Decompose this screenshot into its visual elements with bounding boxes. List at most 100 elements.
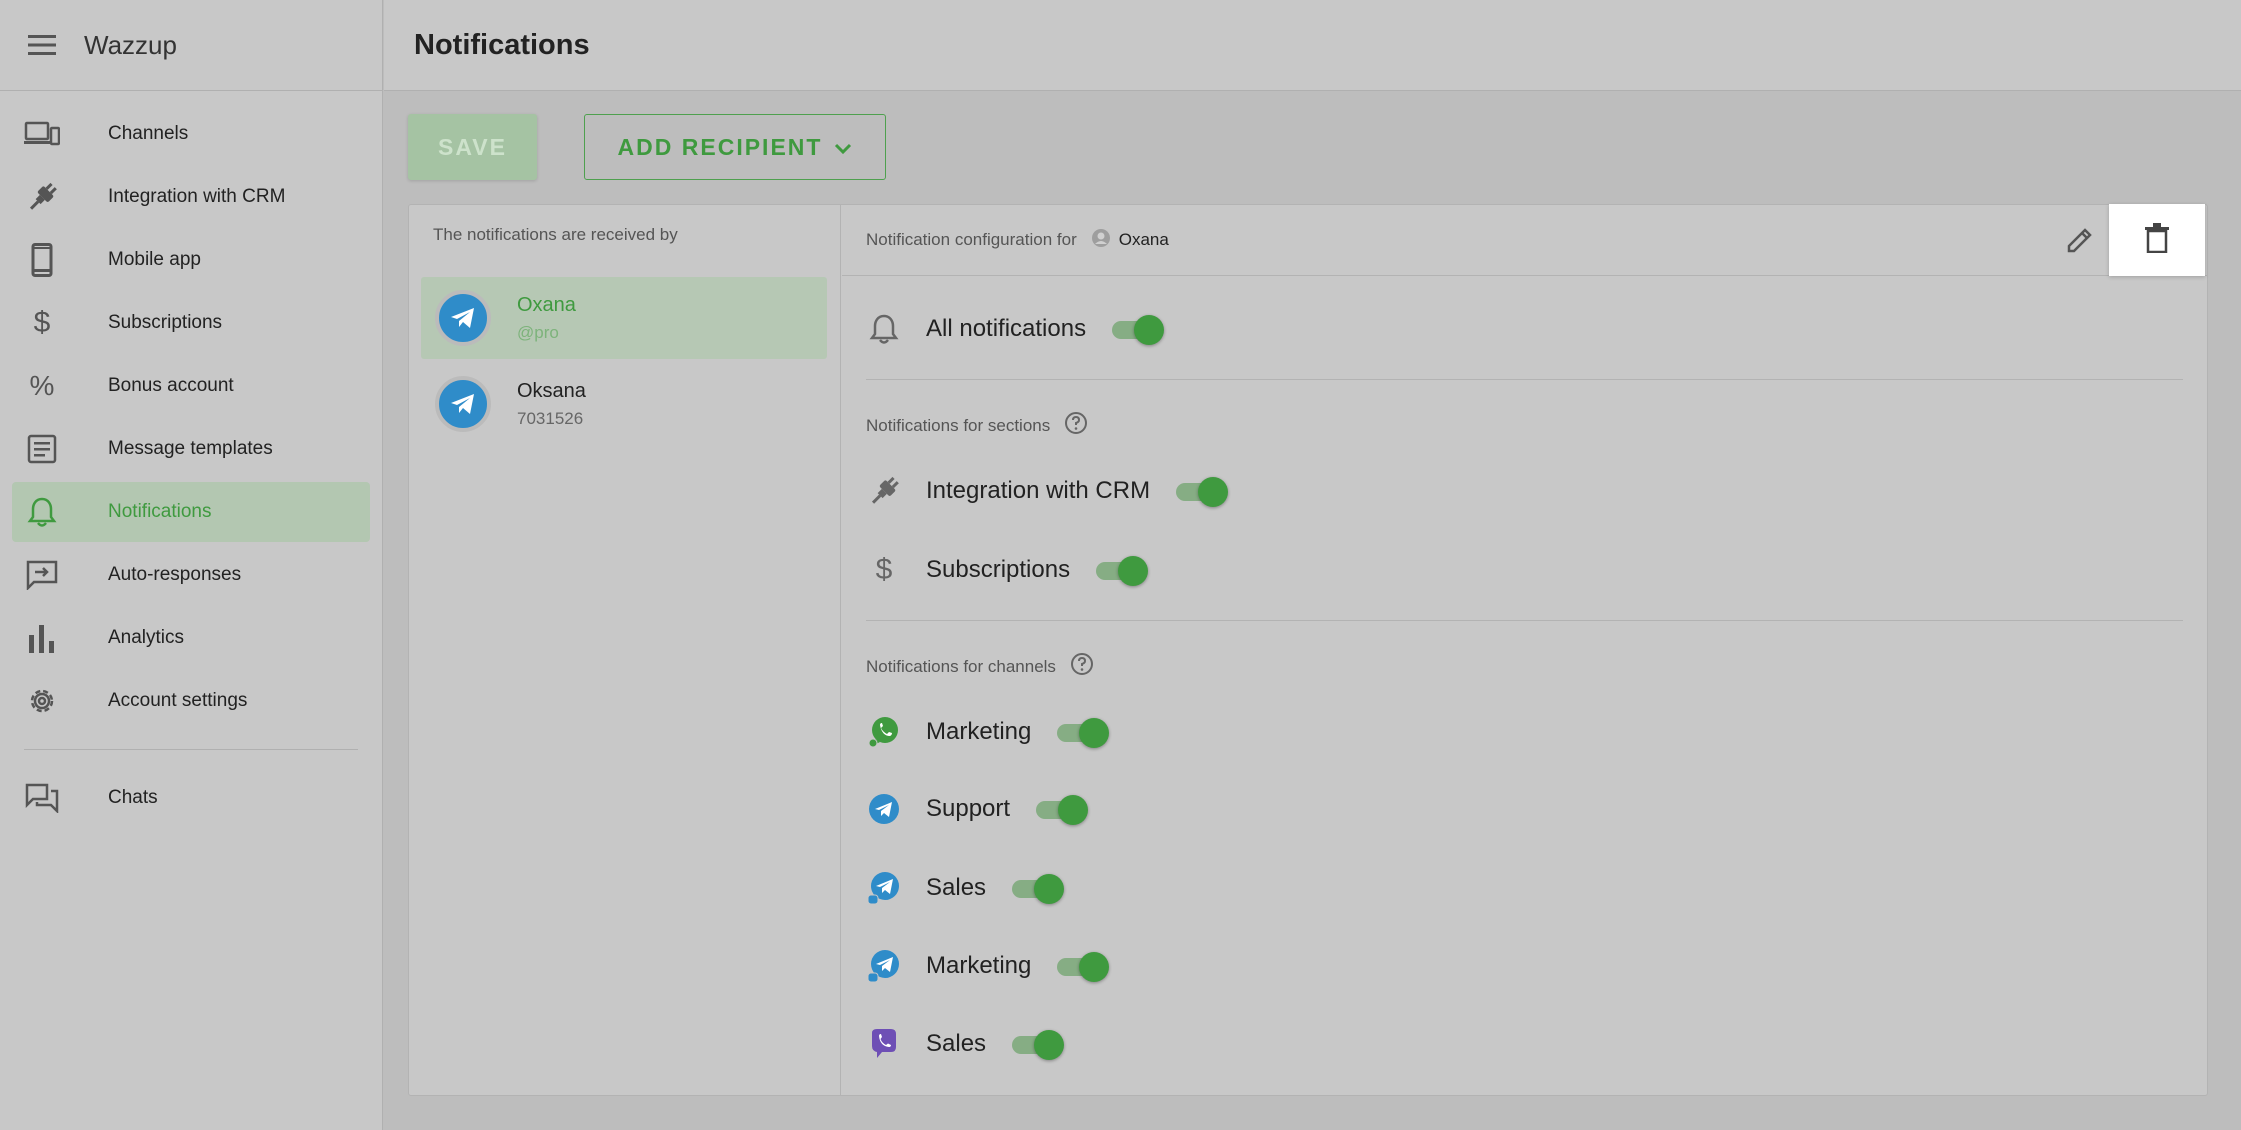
all-notifications-toggle[interactable]	[1108, 315, 1165, 345]
recipient-item[interactable]: Oksana 7031526	[421, 363, 827, 445]
sidebar-item-analytics[interactable]: Analytics	[12, 608, 370, 668]
all-notifications-label: All notifications	[926, 315, 1087, 342]
sidebar-item-label: Mobile app	[108, 249, 201, 270]
recipient-item[interactable]: Oxana @pro	[421, 277, 827, 359]
dollar-icon: $	[875, 553, 893, 586]
sidebar-divider	[24, 749, 358, 750]
channel-row: Support	[866, 793, 1089, 825]
sidebar-item-label: Account settings	[108, 690, 248, 711]
save-button[interactable]: SAVE	[408, 114, 537, 180]
section-toggle-subscriptions[interactable]	[1092, 556, 1149, 586]
sidebar-item-bonus-account[interactable]: % Bonus account	[12, 356, 370, 416]
recipient-handle: 7031526	[517, 408, 584, 428]
edit-icon[interactable]	[2065, 225, 2095, 260]
divider	[866, 379, 2183, 380]
sidebar-item-label: Auto-responses	[108, 564, 242, 585]
telegram-icon	[435, 290, 491, 346]
config-user: Oxana	[1091, 228, 1169, 253]
sidebar-item-mobile-app[interactable]: Mobile app	[12, 230, 370, 290]
config-label: Notification configuration for	[866, 230, 1077, 249]
document-icon	[12, 434, 72, 464]
add-recipient-label: ADD RECIPIENT	[617, 133, 823, 160]
channel-row: Marketing	[866, 949, 1110, 983]
sidebar-nav: Channels Integration with CRM Mobile app…	[0, 91, 382, 828]
sidebar-item-notifications[interactable]: Notifications	[12, 482, 370, 542]
channel-row: Sales	[866, 871, 1065, 905]
section-row-integration-crm: Integration with CRM	[866, 475, 1229, 507]
channel-label: Sales	[926, 1030, 987, 1057]
sidebar-item-account-settings[interactable]: Account settings	[12, 671, 370, 731]
telegram-personal-icon	[866, 949, 902, 983]
recipients-panel: The notifications are received by Oxana …	[409, 205, 841, 1095]
dollar-icon: $	[33, 306, 51, 339]
sidebar-item-label: Message templates	[108, 438, 273, 459]
sidebar-item-label: Analytics	[108, 627, 185, 648]
sidebar-item-label: Chats	[108, 787, 158, 808]
channel-toggle[interactable]	[1053, 718, 1110, 748]
channel-label: Marketing	[926, 952, 1032, 979]
trash-icon	[2145, 222, 2169, 258]
sidebar-item-message-templates[interactable]: Message templates	[12, 419, 370, 479]
divider	[866, 620, 2183, 621]
hamburger-menu-icon[interactable]	[0, 35, 84, 55]
channel-row: Marketing	[866, 715, 1110, 749]
auto-reply-icon	[12, 560, 72, 590]
channel-row: Sales	[866, 1027, 1065, 1061]
config-user-name: Oxana	[1118, 230, 1169, 249]
bell-icon	[866, 313, 902, 345]
sidebar-item-subscriptions[interactable]: $ Subscriptions	[12, 293, 370, 353]
section-label: Integration with CRM	[926, 477, 1151, 504]
help-icon[interactable]	[1070, 652, 1094, 681]
recipients-caption: The notifications are received by	[433, 225, 678, 244]
channel-toggle[interactable]	[1053, 952, 1110, 982]
all-notifications-row: All notifications	[866, 313, 1165, 345]
sections-title: Notifications for sections	[866, 411, 1088, 440]
recipient-name: Oksana	[517, 379, 586, 402]
telegram-personal-icon	[866, 871, 902, 905]
sidebar-item-label: Integration with CRM	[108, 186, 286, 207]
section-toggle-integration-crm[interactable]	[1172, 477, 1229, 507]
brand-name: Wazzup	[84, 29, 177, 60]
section-row-subscriptions: $ Subscriptions	[866, 553, 1149, 587]
config-header: Notification configuration for Oxana	[842, 204, 2207, 276]
configuration-panel: Notification configuration for Oxana All…	[842, 204, 2207, 1095]
sidebar-item-integration-crm[interactable]: Integration with CRM	[12, 167, 370, 227]
channels-title-text: Notifications for channels	[866, 656, 1056, 676]
telegram-icon	[435, 376, 491, 432]
recipient-handle: @pro	[517, 322, 559, 342]
channel-label: Marketing	[926, 718, 1032, 745]
page-title: Notifications	[414, 28, 590, 61]
channel-toggle[interactable]	[1008, 874, 1065, 904]
section-label: Subscriptions	[926, 556, 1071, 583]
recipient-name: Oxana	[517, 293, 576, 316]
channels-title: Notifications for channels	[866, 652, 1094, 681]
sidebar-item-label: Channels	[108, 123, 189, 144]
bar-chart-icon	[12, 623, 72, 653]
channel-toggle[interactable]	[1032, 795, 1089, 825]
sidebar-item-label: Subscriptions	[108, 312, 223, 333]
sidebar-item-channels[interactable]: Channels	[12, 104, 370, 164]
sidebar-header: Wazzup	[0, 0, 382, 91]
gear-icon	[12, 685, 72, 717]
sections-title-text: Notifications for sections	[866, 415, 1051, 435]
sidebar-item-chats[interactable]: Chats	[12, 768, 370, 828]
user-avatar-icon	[1091, 228, 1111, 253]
add-recipient-button[interactable]: ADD RECIPIENT	[584, 114, 886, 180]
chats-icon	[12, 783, 72, 813]
whatsapp-icon	[866, 715, 902, 749]
help-icon[interactable]	[1064, 411, 1088, 440]
sidebar-item-auto-responses[interactable]: Auto-responses	[12, 545, 370, 605]
telegram-icon	[866, 793, 902, 825]
percent-icon: %	[29, 370, 55, 401]
plug-icon	[12, 181, 72, 213]
viber-icon	[866, 1027, 902, 1061]
sidebar-item-label: Bonus account	[108, 375, 234, 396]
channel-label: Sales	[926, 874, 987, 901]
sidebar: Wazzup Channels Integration with CRM Mob…	[0, 0, 383, 1130]
sidebar-item-label: Notifications	[108, 501, 212, 522]
plug-icon	[866, 475, 902, 507]
channel-label: Support	[926, 795, 1011, 822]
phone-icon	[12, 243, 72, 277]
channel-toggle[interactable]	[1008, 1030, 1065, 1060]
delete-button[interactable]	[2109, 204, 2205, 276]
